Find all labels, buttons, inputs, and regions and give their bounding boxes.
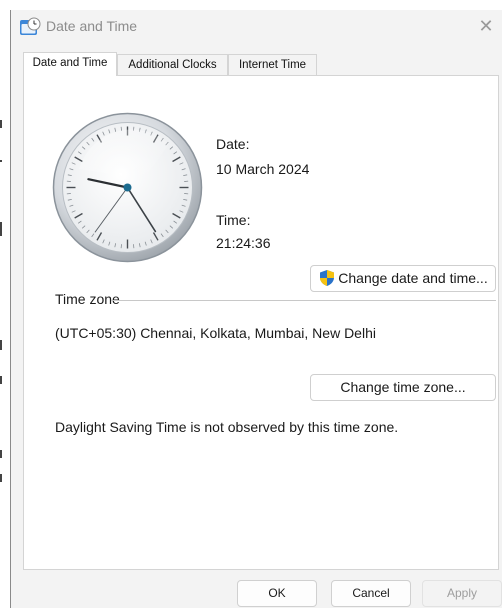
time-zone-divider [111,300,496,301]
dst-note: Daylight Saving Time is not observed by … [55,419,399,435]
date-time-panel: Date: 10 March 2024 Time: 21:24:36 Chang… [23,75,499,570]
apply-button: Apply [422,580,502,607]
ok-button[interactable]: OK [237,580,317,607]
tab-label: Date and Time [32,57,108,69]
change-date-time-button[interactable]: Change date and time... [310,265,496,292]
date-time-dialog: Date and Time ✕ Date and Time Additional… [10,10,502,608]
date-value: 10 March 2024 [216,161,310,177]
background-edge-mark [0,120,2,128]
background-edge-mark [0,222,2,236]
tab-internet-time[interactable]: Internet Time [228,54,317,75]
cancel-button[interactable]: Cancel [331,580,411,607]
close-icon: ✕ [478,16,494,36]
date-label: Date: [216,136,250,152]
background-edge-mark [0,474,2,482]
apply-label: Apply [446,586,478,600]
change-date-time-label: Change date and time... [338,270,488,286]
uac-shield-icon [320,270,335,286]
change-time-zone-button[interactable]: Change time zone... [310,374,496,401]
tab-date-and-time[interactable]: Date and Time [23,52,117,76]
tab-label: Internet Time [238,59,307,71]
background-edge-mark [0,160,2,162]
background-edge-mark [0,340,2,350]
time-zone-section-label: Time zone [55,291,120,307]
time-label: Time: [216,212,251,228]
date-time-icon [20,17,41,35]
window-title: Date and Time [46,18,138,34]
background-edge-mark [0,450,2,458]
title-bar[interactable]: Date and Time ✕ [11,10,502,44]
background-edge-mark [0,376,2,384]
analog-clock [49,109,206,266]
time-value: 21:24:36 [216,235,271,251]
tab-additional-clocks[interactable]: Additional Clocks [117,54,228,75]
ok-label: OK [268,586,286,600]
cancel-label: Cancel [352,586,390,600]
time-zone-value: (UTC+05:30) Chennai, Kolkata, Mumbai, Ne… [55,325,376,341]
close-button[interactable]: ✕ [474,14,498,38]
change-time-zone-label: Change time zone... [340,379,466,395]
clock-face-icon [52,112,203,263]
tab-label: Additional Clocks [128,59,217,71]
